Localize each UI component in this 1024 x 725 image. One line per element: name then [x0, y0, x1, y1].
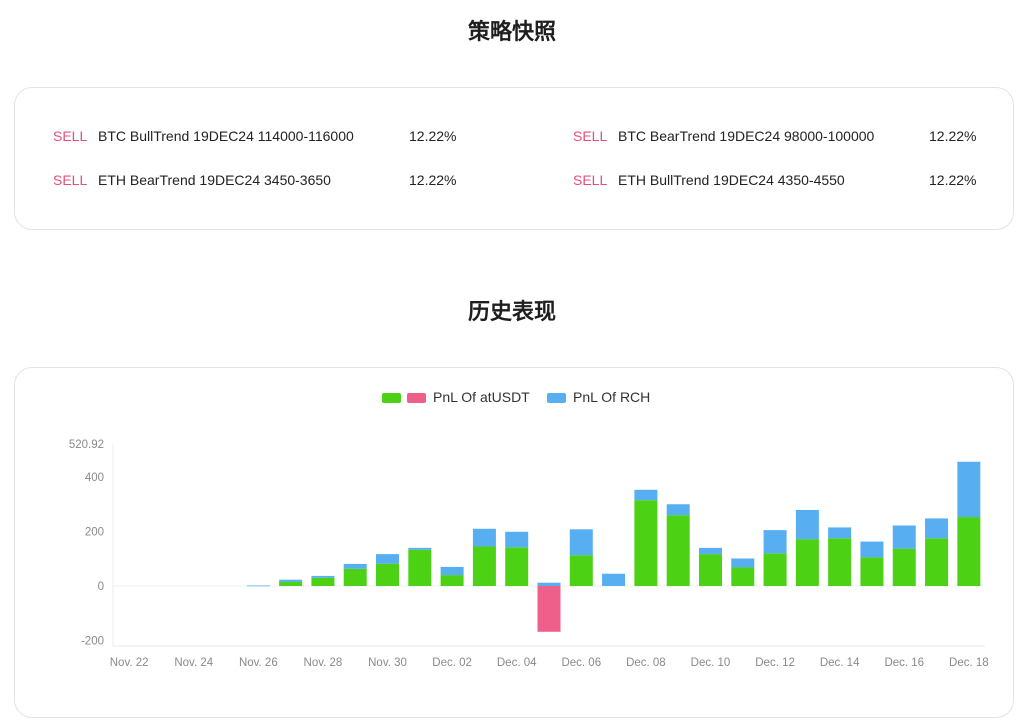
x-tick-label: Dec. 06: [561, 657, 601, 669]
x-tick-label: Nov. 24: [174, 657, 213, 669]
bar-atusdt[interactable]: [472, 546, 496, 586]
snapshot-card: SELL BTC BullTrend 19DEC24 114000-116000…: [14, 87, 1014, 230]
legend-swatch-positive: [382, 393, 401, 403]
bar-atusdt[interactable]: [860, 557, 884, 586]
bar-atusdt[interactable]: [311, 577, 335, 586]
bar-atusdt[interactable]: [828, 538, 852, 586]
x-tick-label: Dec. 04: [497, 657, 537, 669]
x-tick-label: Nov. 26: [239, 657, 278, 669]
bar-rch[interactable]: [472, 528, 496, 547]
bar-rch[interactable]: [376, 554, 400, 564]
legend-label-atusdt: PnL Of atUSDT: [433, 389, 530, 405]
bar-atusdt[interactable]: [440, 575, 464, 586]
x-tick-label: Dec. 16: [884, 657, 924, 669]
position-name: BTC BullTrend 19DEC24 114000-116000: [98, 128, 354, 144]
bar-atusdt[interactable]: [731, 567, 755, 586]
bar-rch[interactable]: [408, 547, 432, 550]
bar-atusdt[interactable]: [376, 563, 400, 586]
x-tick-label: Dec. 08: [626, 657, 666, 669]
bar-atusdt[interactable]: [408, 549, 432, 586]
x-tick-label: Nov. 30: [368, 657, 407, 669]
legend-swatch-rch: [547, 393, 566, 403]
position-side: SELL: [573, 128, 608, 144]
bar-rch[interactable]: [602, 573, 626, 586]
bar-rch[interactable]: [666, 504, 690, 516]
history-title: 历史表现: [467, 300, 556, 325]
position-pct: 12.22%: [409, 128, 457, 144]
bar-atusdt[interactable]: [279, 581, 303, 586]
bar-rch[interactable]: [698, 547, 722, 555]
legend-label-rch: PnL Of RCH: [573, 389, 650, 405]
bar-atusdt[interactable]: [957, 517, 981, 586]
bar-rch[interactable]: [569, 529, 593, 556]
y-tick-label: 520.92: [69, 439, 104, 451]
bar-rch[interactable]: [505, 531, 529, 548]
x-tick-label: Nov. 22: [110, 657, 149, 669]
bar-atusdt[interactable]: [634, 500, 658, 586]
x-tick-label: Nov. 28: [304, 657, 343, 669]
y-tick-label: 200: [85, 527, 104, 539]
position-pct: 12.22%: [929, 128, 977, 144]
x-tick-label: Dec. 12: [755, 657, 795, 669]
position-side: SELL: [53, 128, 88, 144]
x-tick-label: Dec. 10: [691, 657, 731, 669]
bar-rch[interactable]: [925, 518, 949, 539]
bar-atusdt[interactable]: [666, 515, 690, 586]
bar-atusdt[interactable]: [343, 568, 367, 586]
bar-rch[interactable]: [795, 509, 819, 540]
x-tick-label: Dec. 18: [949, 657, 989, 669]
bar-atusdt[interactable]: [763, 553, 787, 586]
snapshot-title: 策略快照: [467, 20, 556, 45]
x-tick-label: Dec. 14: [820, 657, 860, 669]
position-side: SELL: [573, 172, 608, 188]
x-tick-label: Dec. 02: [432, 657, 472, 669]
chart-bars: [246, 461, 981, 632]
chart-legend[interactable]: PnL Of atUSDT PnL Of RCH: [382, 389, 650, 405]
bar-rch[interactable]: [246, 585, 270, 587]
bar-atusdt[interactable]: [537, 586, 561, 632]
bar-atusdt[interactable]: [892, 548, 916, 586]
position-side: SELL: [53, 172, 88, 188]
y-tick-label: 0: [98, 581, 104, 593]
bar-rch[interactable]: [634, 489, 658, 501]
legend-item-rch[interactable]: PnL Of RCH: [547, 389, 650, 405]
bar-rch[interactable]: [311, 575, 335, 578]
pnl-bar-chart: PnL Of atUSDT PnL Of RCH -200 0 200 400 520.9…: [69, 389, 989, 669]
position-pct: 12.22%: [409, 172, 457, 188]
position-name: ETH BullTrend 19DEC24 4350-4550: [618, 172, 845, 188]
bar-atusdt[interactable]: [795, 539, 819, 586]
bar-atusdt[interactable]: [569, 555, 593, 586]
position-name: BTC BearTrend 19DEC24 98000-100000: [618, 128, 875, 144]
bar-rch[interactable]: [343, 563, 367, 569]
bar-rch[interactable]: [763, 530, 787, 554]
legend-item-atusdt[interactable]: PnL Of atUSDT: [382, 389, 530, 405]
bar-atusdt[interactable]: [505, 547, 529, 586]
chart-card: PnL Of atUSDT PnL Of RCH -200 0 200 400 520.9…: [14, 367, 1014, 718]
y-tick-label: 400: [85, 472, 104, 484]
legend-swatch-negative: [407, 393, 426, 403]
bar-rch[interactable]: [440, 566, 464, 576]
bar-rch[interactable]: [828, 527, 852, 539]
bar-rch[interactable]: [731, 558, 755, 568]
position-pct: 12.22%: [929, 172, 977, 188]
bar-atusdt[interactable]: [925, 538, 949, 586]
bar-rch[interactable]: [957, 461, 981, 518]
y-tick-label: -200: [81, 636, 104, 648]
bar-rch[interactable]: [892, 525, 916, 549]
bar-rch[interactable]: [860, 541, 884, 558]
bar-rch[interactable]: [537, 582, 561, 586]
bar-atusdt[interactable]: [698, 554, 722, 586]
position-name: ETH BearTrend 19DEC24 3450-3650: [98, 172, 331, 188]
bar-rch[interactable]: [279, 579, 303, 582]
